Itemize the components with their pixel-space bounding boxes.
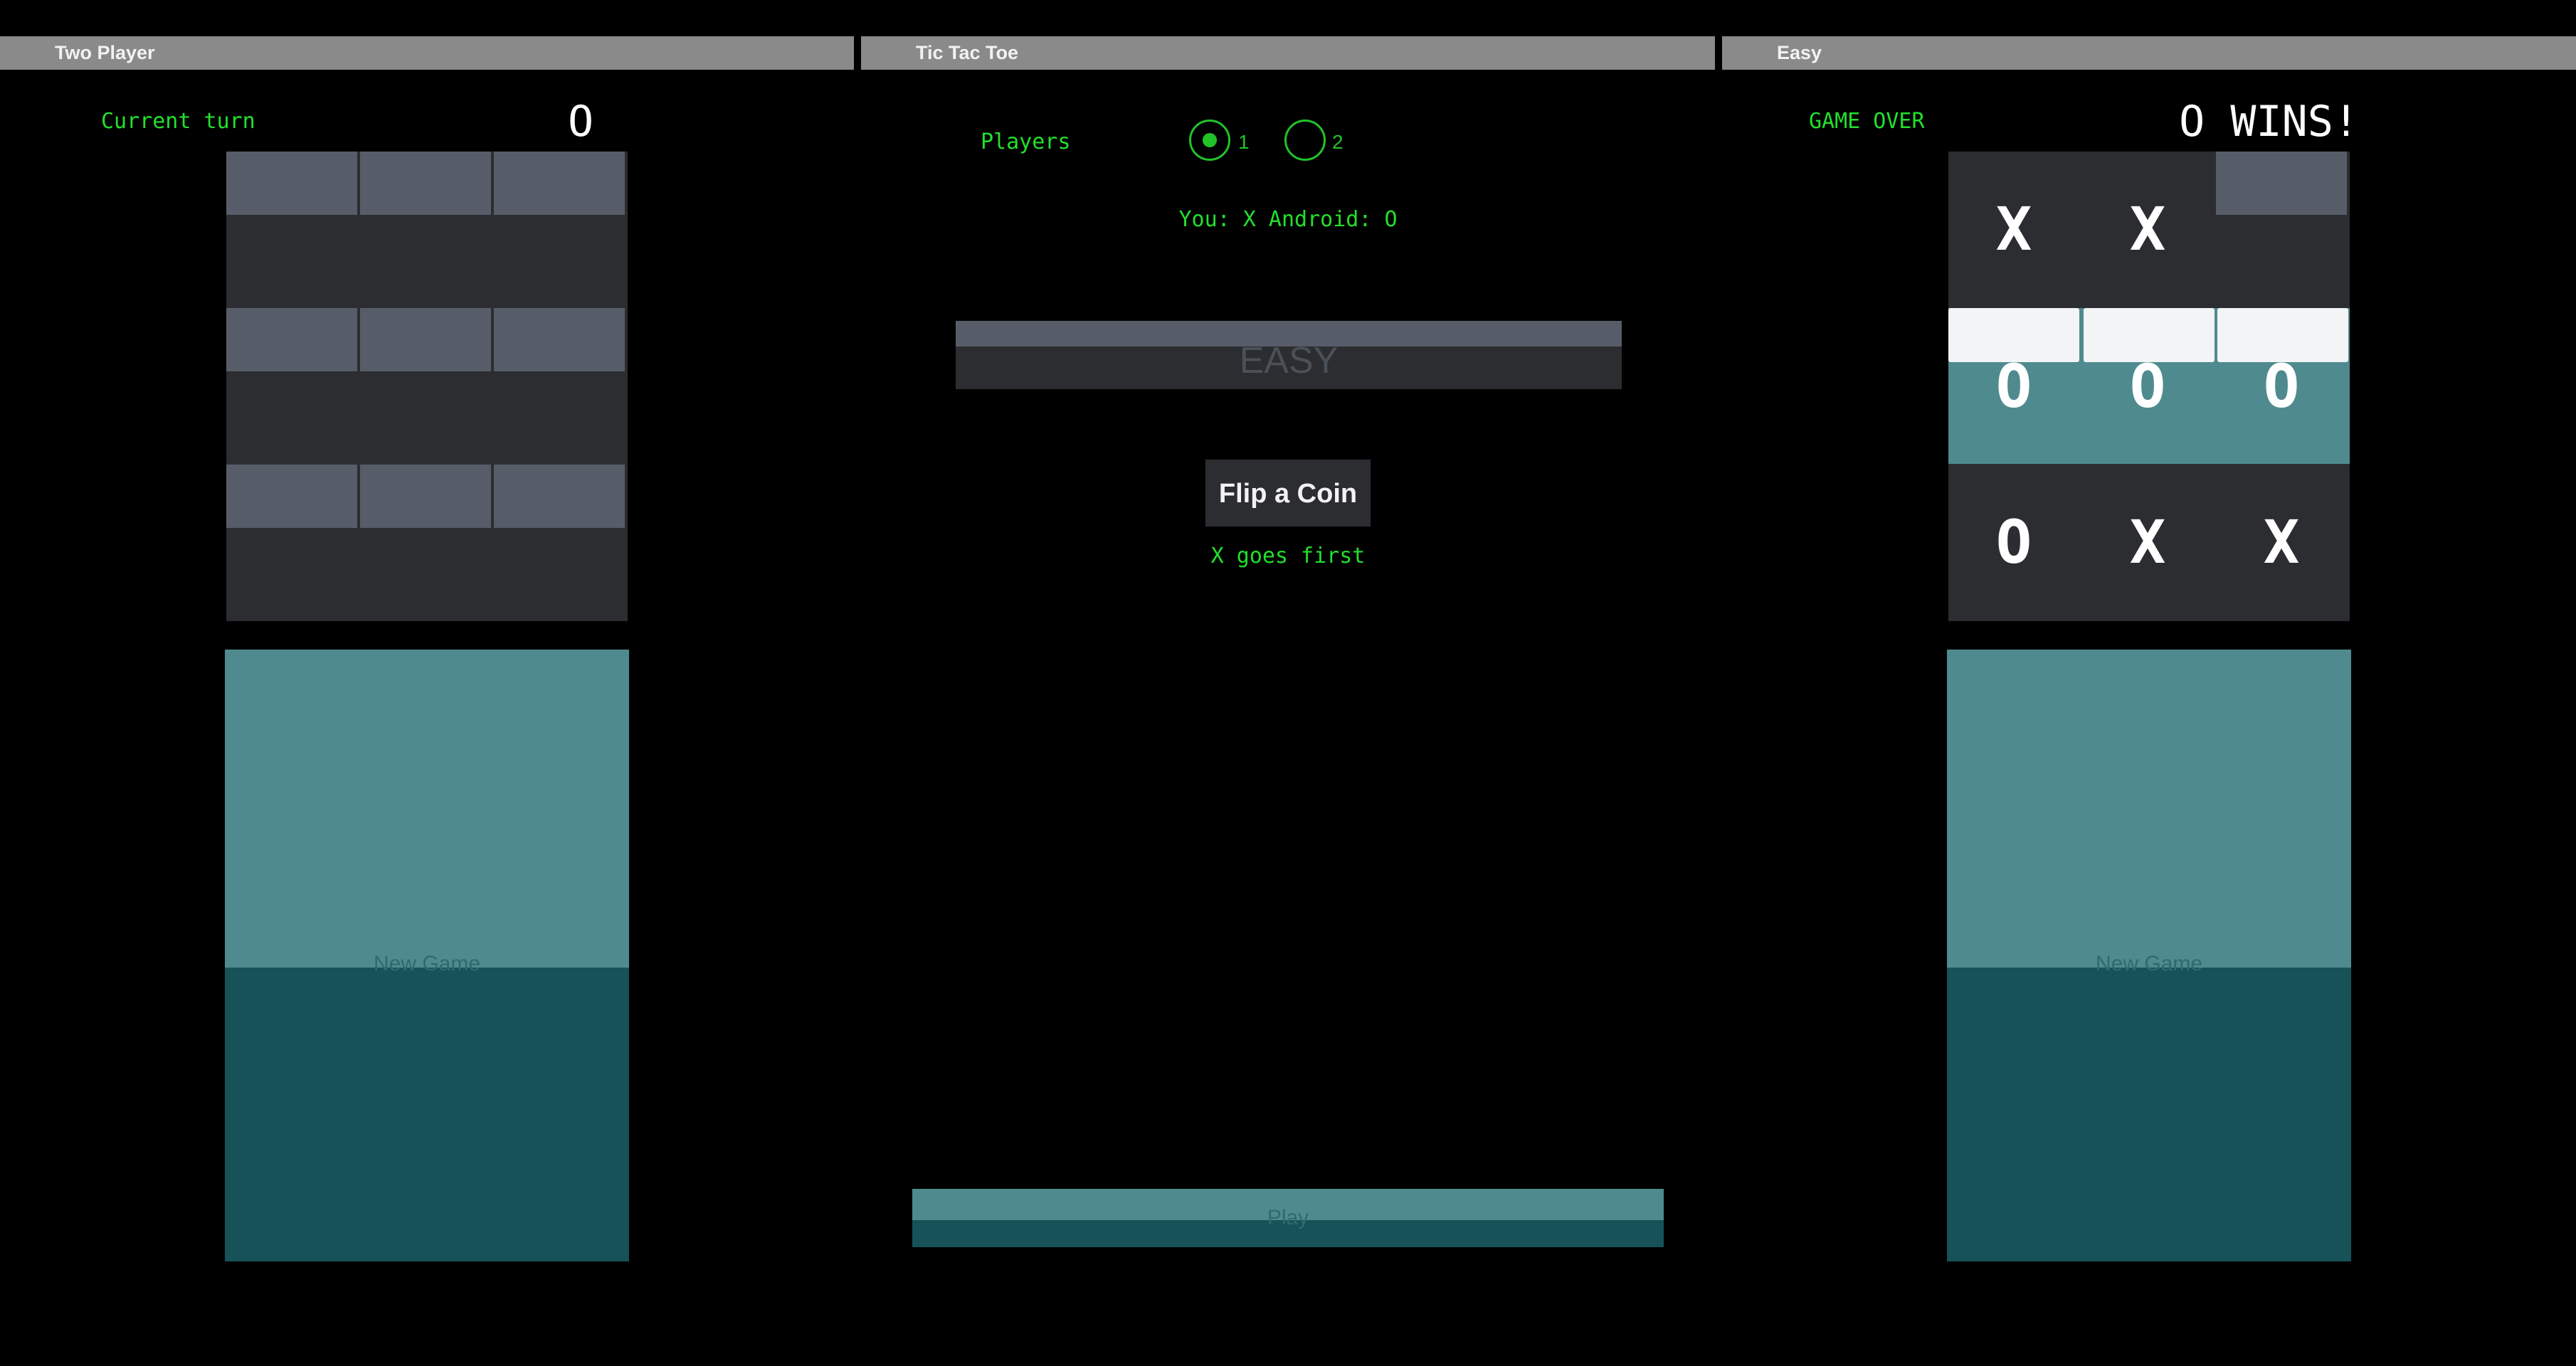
game-over-label: GAME OVER	[1809, 109, 1925, 134]
right-board-cell[interactable]: X	[1948, 152, 2079, 307]
current-turn-value: O	[568, 97, 594, 147]
left-board-cell[interactable]	[360, 152, 491, 307]
play-label: Play	[1267, 1206, 1309, 1229]
left-board-cell[interactable]	[360, 465, 491, 620]
left-game-board	[226, 152, 628, 621]
left-new-game-label: New Game	[373, 952, 481, 975]
players-radio-2-label: 2	[1332, 131, 1344, 153]
players-label: Players	[981, 129, 1071, 154]
left-board-cell[interactable]	[226, 152, 357, 307]
player-assignment-text: You: X Android: O	[1178, 207, 1398, 232]
right-board-cell[interactable]: X	[2082, 465, 2213, 620]
title-bar-easy: Easy	[1722, 36, 2576, 70]
play-button[interactable]: Play	[912, 1189, 1664, 1247]
title-bar-two-player: Two Player	[0, 36, 854, 70]
right-board-cell[interactable]: X	[2216, 465, 2347, 620]
title-bar-tic-tac-toe: Tic Tac Toe	[861, 36, 1715, 70]
difficulty-label: EASY	[1239, 340, 1339, 381]
current-turn-label: Current turn	[101, 109, 255, 134]
title-two-player: Two Player	[55, 42, 155, 63]
left-board-cell[interactable]	[494, 308, 625, 464]
title-tic-tac-toe: Tic Tac Toe	[916, 42, 1019, 63]
left-board-cell[interactable]	[226, 308, 357, 464]
left-board-cell[interactable]	[360, 308, 491, 464]
right-new-game-button[interactable]: New Game	[1947, 650, 2351, 1261]
right-game-board: X X O O O O X X	[1948, 152, 2350, 621]
right-new-game-label: New Game	[2095, 952, 2203, 975]
flip-coin-label: Flip a Coin	[1218, 479, 1358, 509]
difficulty-selector[interactable]: EASY	[956, 321, 1622, 389]
players-radio-1-label: 1	[1238, 131, 1250, 153]
left-new-game-button[interactable]: New Game	[225, 650, 629, 1261]
players-radio-1[interactable]	[1189, 120, 1230, 161]
game-result-text: O WINS!	[2179, 97, 2359, 147]
players-radio-2[interactable]	[1284, 120, 1326, 161]
radio-selected-dot	[1203, 133, 1217, 147]
flip-coin-button[interactable]: Flip a Coin	[1205, 460, 1371, 526]
right-board-cell-winning[interactable]: O	[2082, 308, 2216, 464]
title-easy: Easy	[1777, 42, 1822, 63]
right-board-cell-winning[interactable]: O	[1948, 308, 2082, 464]
right-board-cell[interactable]	[2216, 152, 2347, 307]
right-board-cell[interactable]: X	[2082, 152, 2213, 307]
flip-result-text: X goes first	[1210, 544, 1366, 568]
left-board-cell[interactable]	[494, 152, 625, 307]
right-board-cell[interactable]: O	[1948, 465, 2079, 620]
left-board-cell[interactable]	[494, 465, 625, 620]
right-board-cell-winning[interactable]: O	[2216, 308, 2350, 464]
left-board-cell[interactable]	[226, 465, 357, 620]
